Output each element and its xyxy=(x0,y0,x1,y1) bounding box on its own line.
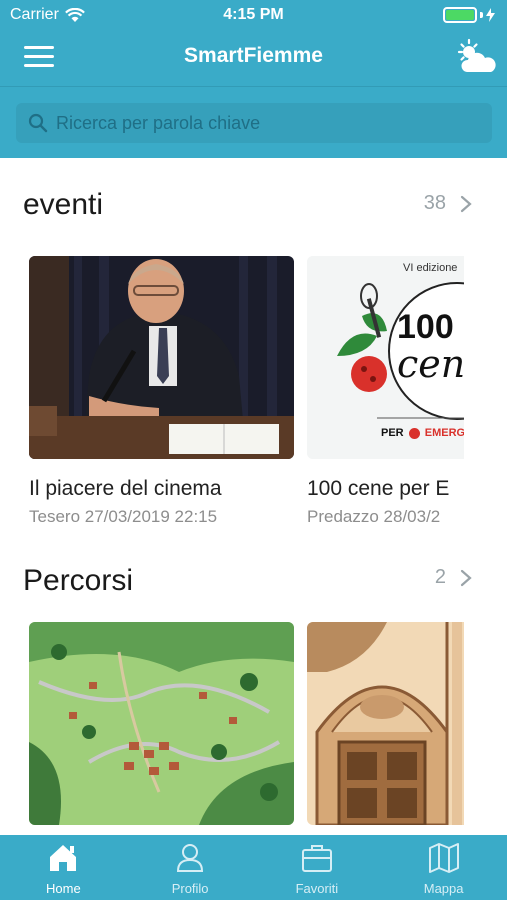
event-title: Il piacere del cinema xyxy=(29,477,222,500)
image-logo-word: cen xyxy=(397,342,464,386)
map-icon xyxy=(428,843,459,873)
status-bar: Carrier 4:15 PM xyxy=(0,0,507,30)
image-footer-text: PER EMERGE xyxy=(381,427,464,439)
event-card[interactable]: VI edizione 100 cen PER EMERGE 100 cene … xyxy=(307,256,464,527)
section-count: 2 xyxy=(434,566,446,588)
clock: 4:15 PM xyxy=(223,6,284,23)
main-content[interactable]: eventi 38 Il piacere del cinema Tesero 2… xyxy=(0,158,507,835)
section-percorsi: Percorsi 2 xyxy=(0,538,507,835)
tab-bar: Home Profilo Favoriti Mappa xyxy=(0,835,507,900)
tab-label: Home xyxy=(46,881,81,896)
home-icon xyxy=(50,845,77,871)
route-card-clip xyxy=(307,622,464,832)
section-title: Percorsi xyxy=(23,564,134,597)
weather-button[interactable] xyxy=(455,38,497,78)
search-icon xyxy=(28,113,48,133)
tab-label: Mappa xyxy=(423,881,464,896)
battery-icon xyxy=(443,7,495,23)
route-card[interactable] xyxy=(307,622,464,825)
profile-icon xyxy=(177,844,204,872)
weather-sun-cloud-icon xyxy=(457,38,496,72)
image-edition-text: VI edizione xyxy=(403,262,458,274)
section-see-all-button[interactable]: 2 xyxy=(435,566,472,589)
event-card-clip: VI edizione 100 cen PER EMERGE 100 cene … xyxy=(307,256,464,546)
section-eventi: eventi 38 Il piacere del cinema Tesero 2… xyxy=(0,158,507,538)
tab-profilo[interactable]: Profilo xyxy=(127,835,254,900)
route-map-image xyxy=(29,622,294,825)
tab-favoriti[interactable]: Favoriti xyxy=(254,835,381,900)
section-title: eventi xyxy=(23,188,104,221)
tab-mappa[interactable]: Mappa xyxy=(380,835,507,900)
event-location-date: Predazzo 28/03/2 xyxy=(307,507,441,526)
nav-bar: SmartFiemme xyxy=(0,30,507,86)
event-image xyxy=(29,256,294,459)
search-area xyxy=(0,86,507,158)
route-image xyxy=(307,622,464,825)
route-card[interactable] xyxy=(29,622,294,825)
search-box[interactable] xyxy=(16,103,492,143)
event-location-date: Tesero 27/03/2019 22:15 xyxy=(29,507,218,526)
image-footer-per: PER xyxy=(381,427,404,439)
tab-home[interactable]: Home xyxy=(0,835,127,900)
event-title: 100 cene per E xyxy=(307,477,450,500)
search-input[interactable] xyxy=(56,103,492,143)
briefcase-icon xyxy=(301,845,332,872)
charging-icon xyxy=(486,8,495,22)
section-count: 38 xyxy=(423,192,446,214)
event-card[interactable]: Il piacere del cinema Tesero 27/03/2019 … xyxy=(29,256,294,527)
chevron-right-icon xyxy=(460,569,472,586)
section-see-all-button[interactable]: 38 xyxy=(424,192,472,215)
image-footer-brand: EMERGE xyxy=(424,427,464,439)
app-title: SmartFiemme xyxy=(184,44,323,67)
chevron-right-icon xyxy=(460,195,472,212)
tab-label: Favoriti xyxy=(295,881,339,896)
event-image: VI edizione 100 cen PER EMERGE xyxy=(307,256,464,459)
tab-label: Profilo xyxy=(171,881,209,896)
